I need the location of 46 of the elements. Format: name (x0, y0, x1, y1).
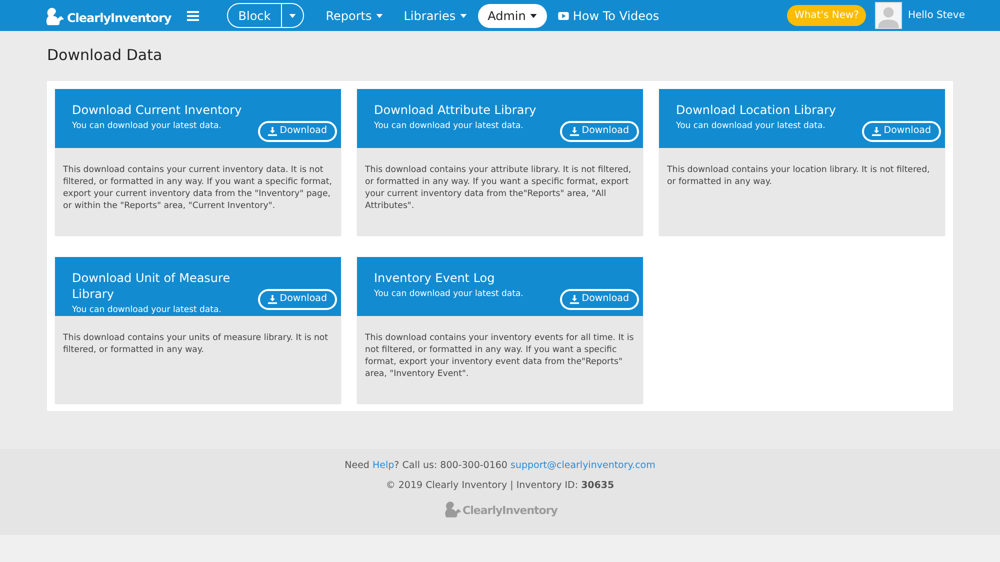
squirrel-logo-icon (442, 499, 463, 519)
caret-icon (288, 14, 296, 18)
copyright-text: © 2019 Clearly Inventory | Inventory ID: 30635 (386, 478, 614, 493)
download-icon (268, 294, 277, 304)
user-greeting[interactable]: Hello Steve (908, 8, 965, 23)
card-title: Download Current Inventory (72, 102, 242, 118)
block-split-button[interactable]: Block (227, 3, 304, 28)
help-line: Need Help? Call us: 800-300-0160 support@clearlyinventory.com (344, 458, 656, 472)
card-subtitle: You can download your latest data. (374, 288, 524, 300)
card-description: This download contains your inventory events for all time. It is not filtered, or formatted in any way. If you want a specific format, export your inventory event data from the"Reports" area, "Inventory Event". (364, 332, 635, 380)
card-description: This download contains your location library. It is not filtered, or formatted in any way. (666, 164, 931, 188)
card-subtitle: You can download your latest data. (374, 120, 524, 132)
download-icon (570, 294, 579, 304)
download-icon (570, 126, 579, 136)
download-button[interactable]: Download (560, 120, 639, 142)
card-subtitle: You can download your latest data. (676, 120, 826, 132)
download-button[interactable]: Download (862, 120, 941, 142)
card-description: This download contains your units of measure library. It is not filtered, or formatted in any way. (62, 332, 330, 356)
page-title: Download Data (47, 45, 164, 66)
block-label[interactable]: Block (228, 6, 281, 24)
logo-text[interactable]: ClearlyInventory (67, 8, 172, 26)
card-title: Download Unit of Measure Library (72, 270, 232, 302)
card-description: This download contains your current inventory data. It is not filtered, or formatted in any way. If you want a specific format, export your current inventory data from the "Inventory" page, or within the "Reports" area, "Current Inventory". (62, 164, 334, 212)
download-button[interactable]: Download (258, 120, 337, 142)
email-link[interactable]: support@clearlyinventory.com (510, 460, 656, 470)
card-description: This download contains your attribute library. It is not filtered, or formatted in any way. If you want a specific format, export your current inventory data from the"Reports" area, "All Attributes". (364, 164, 632, 212)
footer-logo-text: ClearlyInventory (462, 502, 558, 518)
download-icon (268, 126, 277, 136)
card-subtitle: You can download your latest data. (72, 304, 222, 316)
nav-menu[interactable]: Libraries (394, 4, 477, 28)
menu-icon[interactable] (187, 10, 200, 20)
caret-icon (530, 14, 537, 18)
card-subtitle: You can download your latest data. (72, 120, 222, 132)
caret-icon (376, 14, 383, 18)
nav-menu[interactable]: Reports (316, 4, 393, 28)
card-title: Download Location Library (676, 102, 836, 118)
play-icon (558, 12, 569, 20)
download-button[interactable]: Download (258, 288, 337, 310)
nav-menu[interactable]: Admin (478, 4, 547, 28)
card-title: Download Attribute Library (374, 102, 536, 118)
help-link[interactable]: Help (372, 460, 394, 470)
caret-icon (460, 14, 467, 18)
videos-link[interactable]: How To Videos (548, 4, 670, 28)
card-title: Inventory Event Log (374, 270, 496, 286)
download-button[interactable]: Download (560, 288, 639, 310)
download-icon (872, 126, 881, 136)
